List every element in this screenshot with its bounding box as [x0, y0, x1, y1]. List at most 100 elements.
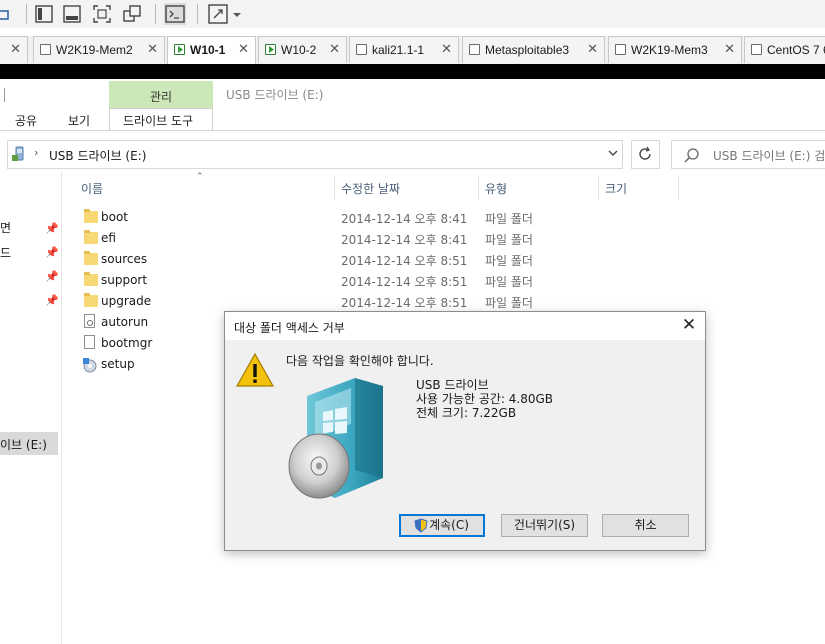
vm-icon — [356, 44, 367, 55]
cancel-button[interactable]: 취소 — [602, 514, 689, 537]
vm-tab[interactable]: CentOS 7 6 — [744, 36, 825, 63]
vm-tab[interactable]: W2K19-Mem3 ✕ — [608, 36, 742, 63]
terminal-icon[interactable] — [164, 3, 186, 25]
breadcrumb-chevron-icon[interactable]: › — [34, 146, 38, 159]
vm-icon — [469, 44, 480, 55]
close-icon[interactable]: ✕ — [329, 42, 340, 57]
folder-icon — [84, 272, 98, 286]
column-header-name[interactable]: 이름 — [81, 180, 103, 197]
vm-icon — [615, 44, 626, 55]
file-type: 파일 폴더 — [485, 233, 533, 247]
vm-tab-label: W10-1 — [190, 43, 226, 57]
sidebar-view-icon[interactable] — [33, 3, 55, 25]
navigation-pane — [0, 172, 62, 644]
tab-share[interactable]: 공유 — [15, 112, 37, 129]
close-icon[interactable]: ✕ — [147, 42, 158, 57]
file-row[interactable]: efi 2014-12-14 오후 8:41 파일 폴더 — [80, 228, 640, 249]
column-header-size[interactable]: 크기 — [605, 180, 627, 197]
file-type: 파일 폴더 — [485, 212, 533, 226]
fullscreen-icon[interactable] — [91, 3, 113, 25]
vm-tab-label: kali21.1-1 — [372, 43, 425, 57]
file-name: setup — [101, 357, 135, 371]
folder-icon — [84, 230, 98, 244]
column-divider — [334, 175, 335, 200]
caret — [4, 88, 5, 102]
vm-tab-active[interactable]: W10-1 ✕ — [167, 36, 256, 64]
file-name: sources — [101, 252, 148, 266]
tab-drive-tools[interactable]: 드라이브 도구 — [123, 112, 193, 129]
vm-tab-label: Metasploitable3 — [485, 43, 570, 57]
pin-icon[interactable]: 📌 — [45, 294, 59, 307]
search-icon — [684, 148, 699, 163]
file-type: 파일 폴더 — [485, 254, 533, 268]
file-date: 2014-12-14 오후 8:51 — [341, 296, 468, 310]
file-name: boot — [101, 210, 129, 224]
ribbon-divider — [0, 130, 825, 131]
chevron-down-icon[interactable] — [607, 145, 619, 164]
vm-toolbar — [0, 0, 825, 28]
file-name: autorun — [101, 315, 149, 329]
file-row[interactable]: support 2014-12-14 오후 8:51 파일 폴더 — [80, 270, 640, 291]
file-row[interactable]: upgrade 2014-12-14 오후 8:51 파일 폴더 — [80, 291, 640, 312]
search-placeholder: USB 드라이브 (E:) 검 — [713, 149, 825, 163]
vm-icon — [40, 44, 51, 55]
skip-button[interactable]: 건너뛰기(S) — [501, 514, 588, 537]
close-icon[interactable]: ✕ — [441, 42, 452, 57]
console-view-icon[interactable] — [61, 3, 83, 25]
close-icon[interactable]: ✕ — [10, 42, 21, 57]
stretch-icon[interactable] — [207, 3, 229, 25]
nav-item[interactable]: 드 — [0, 244, 11, 261]
vm-tab[interactable]: Metasploitable3 ✕ — [462, 36, 605, 63]
dialog-message: 다음 작업을 확인해야 합니다. — [286, 354, 434, 368]
chevron-down-icon[interactable] — [230, 3, 252, 25]
vm-tab-label: CentOS 7 6 — [767, 43, 825, 57]
close-icon[interactable]: ✕ — [238, 42, 249, 57]
setup-icon — [82, 357, 98, 376]
refresh-button[interactable] — [631, 140, 660, 169]
close-icon[interactable]: ✕ — [724, 42, 735, 57]
column-divider — [478, 175, 479, 200]
file-date: 2014-12-14 오후 8:51 — [341, 275, 468, 289]
unity-icon[interactable] — [121, 3, 143, 25]
file-row[interactable]: sources 2014-12-14 오후 8:51 파일 폴더 — [80, 249, 640, 270]
vm-tab-label: W10-2 — [281, 43, 317, 57]
file-date: 2014-12-14 오후 8:41 — [341, 212, 468, 226]
nav-item[interactable]: 면 — [0, 219, 11, 236]
folder-icon — [84, 251, 98, 265]
drive-name: USB 드라이브 — [416, 378, 489, 392]
file-date: 2014-12-14 오후 8:41 — [341, 233, 468, 247]
continue-button[interactable]: 계속(C) — [399, 514, 485, 537]
vm-icon — [751, 44, 762, 55]
vm-tab[interactable]: kali21.1-1 ✕ — [349, 36, 459, 63]
vm-running-icon — [174, 44, 185, 55]
file-type: 파일 폴더 — [485, 296, 533, 310]
address-path[interactable]: USB 드라이브 (E:) — [49, 147, 146, 164]
dialog-title: 대상 폴더 액세스 거부 — [234, 321, 345, 335]
settings-file-icon — [84, 314, 95, 328]
column-header-date[interactable]: 수정한 날짜 — [341, 180, 400, 197]
pin-icon[interactable]: 📌 — [45, 246, 59, 259]
file-name: support — [101, 273, 148, 287]
vm-running-icon — [265, 44, 276, 55]
file-date: 2014-12-14 오후 8:51 — [341, 254, 468, 268]
toolbar-divider — [155, 4, 156, 24]
usb-drive-icon — [11, 146, 27, 165]
file-row[interactable]: boot 2014-12-14 오후 8:41 파일 폴더 — [80, 207, 640, 228]
pin-icon[interactable]: 📌 — [45, 270, 59, 283]
close-icon[interactable]: ✕ — [587, 42, 598, 57]
warning-icon — [235, 352, 275, 391]
file-name: bootmgr — [101, 336, 153, 350]
close-icon[interactable]: ✕ — [677, 315, 701, 337]
vm-tab[interactable]: W10-2 ✕ — [258, 36, 347, 63]
sort-up-icon: ⌃ — [196, 172, 204, 182]
ribbon-tabs: 공유 보기 드라이브 도구 — [0, 108, 825, 130]
vm-tab[interactable]: W2K19-Mem2 ✕ — [33, 36, 165, 63]
vm-tab-partial[interactable]: ✕ — [0, 36, 28, 63]
file-type: 파일 폴더 — [485, 275, 533, 289]
printer-icon[interactable] — [0, 3, 16, 25]
column-header-type[interactable]: 유형 — [485, 180, 507, 197]
pin-icon[interactable]: 📌 — [45, 222, 59, 235]
tab-view[interactable]: 보기 — [68, 112, 90, 129]
free-space: 사용 가능한 공간: 4.80GB — [416, 392, 554, 406]
continue-button-label: 계속(C) — [429, 518, 469, 532]
